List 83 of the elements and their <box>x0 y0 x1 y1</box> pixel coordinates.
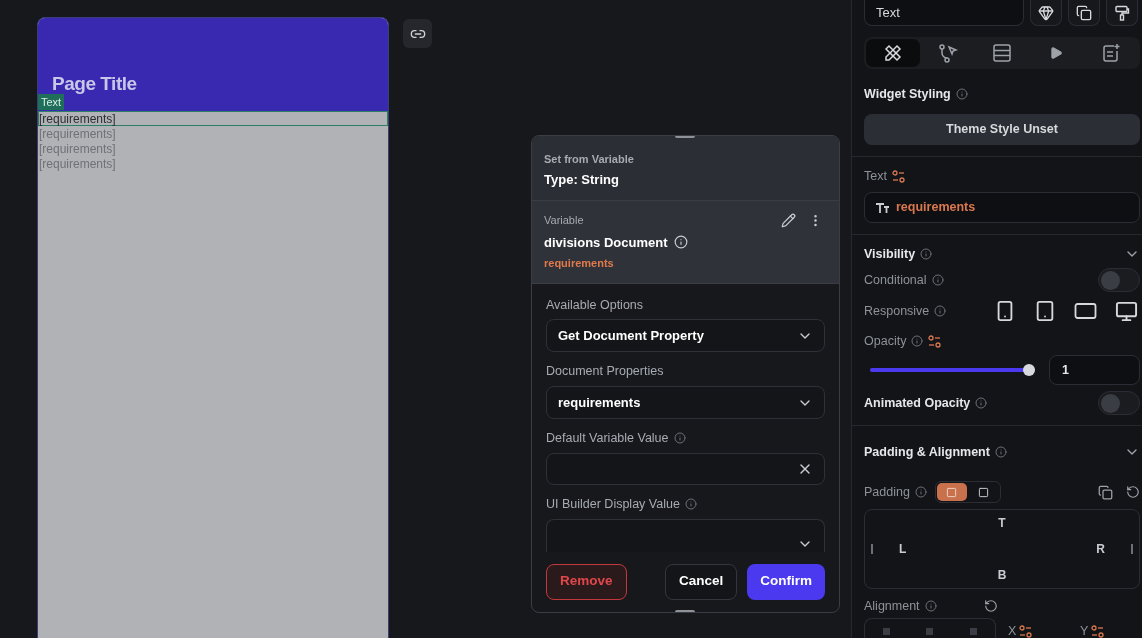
ruler-pencil-icon <box>883 42 904 63</box>
section-title: Visibility <box>864 245 916 263</box>
padding-mode-toggle[interactable] <box>936 483 967 501</box>
dropdown-field[interactable]: requirements <box>546 386 825 419</box>
info-icon <box>931 274 944 286</box>
gem-button[interactable] <box>1030 0 1062 26</box>
property-label: Alignment <box>864 597 920 615</box>
database-icon <box>992 42 1012 63</box>
paint-roller-button[interactable] <box>1106 0 1138 26</box>
info-icon <box>914 486 927 498</box>
variable-icon <box>1019 624 1033 638</box>
tablet-icon[interactable] <box>1034 300 1056 322</box>
opacity-slider[interactable] <box>870 364 1035 376</box>
variable-name: divisions Document <box>544 233 668 252</box>
padding-right-label[interactable]: R <box>1096 540 1105 558</box>
paint-roller-icon <box>1114 4 1130 21</box>
info-icon <box>924 600 937 612</box>
inner-square-icon <box>946 486 958 498</box>
axis-label: Y <box>1080 623 1089 638</box>
add-widget-button[interactable] <box>1068 0 1100 26</box>
play-icon <box>1049 45 1064 60</box>
padding-top-label[interactable]: T <box>997 514 1007 532</box>
variable-label: Variable <box>544 213 584 228</box>
info-icon <box>955 87 968 100</box>
page-title: Page Title <box>52 71 137 96</box>
edit-icon[interactable] <box>781 213 796 228</box>
link-button[interactable] <box>403 19 432 48</box>
variable-icon <box>928 334 942 348</box>
property-label: Responsive <box>864 302 930 320</box>
axis-label: X <box>1008 623 1017 638</box>
toggle-switch[interactable] <box>1098 268 1140 292</box>
info-icon <box>975 397 988 409</box>
text-value-field[interactable]: requirements <box>864 192 1140 223</box>
section-title: Padding & Alignment <box>864 443 990 461</box>
reset-icon[interactable] <box>1126 485 1140 499</box>
panel-tab[interactable] <box>866 39 921 67</box>
field-label: Document Properties <box>546 363 664 381</box>
left-edge-icon <box>871 544 874 554</box>
add-document-icon <box>1100 42 1121 63</box>
reset-icon[interactable] <box>983 599 998 613</box>
square-icon <box>978 486 990 498</box>
field-label: Default Variable Value <box>546 430 669 447</box>
copy-icon[interactable] <box>1098 484 1113 500</box>
toggle-switch[interactable] <box>1098 391 1140 415</box>
opacity-input[interactable]: 1 <box>1049 355 1140 385</box>
dialog-title: Type: String <box>544 170 620 189</box>
info-icon <box>684 498 697 511</box>
variable-icon <box>891 170 905 184</box>
info-icon <box>673 432 686 445</box>
text-type-icon <box>875 201 890 214</box>
property-label: Conditional <box>864 271 927 289</box>
info-icon <box>934 305 947 317</box>
property-label: Padding <box>864 483 910 501</box>
cancel-button[interactable]: Cancel <box>664 563 738 600</box>
padding-bottom-label[interactable]: B <box>997 566 1007 584</box>
property-label: Animated Opacity <box>864 394 971 412</box>
property-label: Opacity <box>864 332 907 350</box>
widget-name-field[interactable]: Text <box>864 0 1024 26</box>
variable-field: requirements <box>544 255 827 272</box>
dialog-subtitle: Set from Variable <box>544 152 635 167</box>
info-icon <box>911 335 924 347</box>
confirm-button[interactable]: Confirm <box>747 563 825 600</box>
input-field[interactable] <box>546 452 825 485</box>
right-edge-icon <box>1130 544 1133 554</box>
flow-cursor-icon <box>937 42 958 63</box>
widget-tag: Text <box>38 94 65 110</box>
info-icon <box>994 446 1007 458</box>
field-label: UI Builder Display Value <box>546 495 680 513</box>
info-icon <box>673 235 688 250</box>
section-title: Widget Styling <box>864 85 951 103</box>
gem-icon <box>1038 4 1054 21</box>
padding-left-label[interactable]: L <box>899 540 907 558</box>
info-icon <box>920 248 933 260</box>
remove-button[interactable]: Remove <box>546 563 627 600</box>
field-label: Available Options <box>546 296 644 314</box>
property-label: Text <box>864 168 887 186</box>
dropdown-field[interactable]: Get Document Property <box>546 319 825 353</box>
list-item-text[interactable]: [requirements] <box>38 111 388 126</box>
landscape-tablet-icon[interactable] <box>1074 301 1097 321</box>
dropdown-field[interactable] <box>546 518 825 552</box>
monitor-icon[interactable] <box>1115 299 1138 323</box>
theme-style-button[interactable]: Theme Style Unset <box>864 114 1140 146</box>
variable-icon <box>1091 624 1105 638</box>
